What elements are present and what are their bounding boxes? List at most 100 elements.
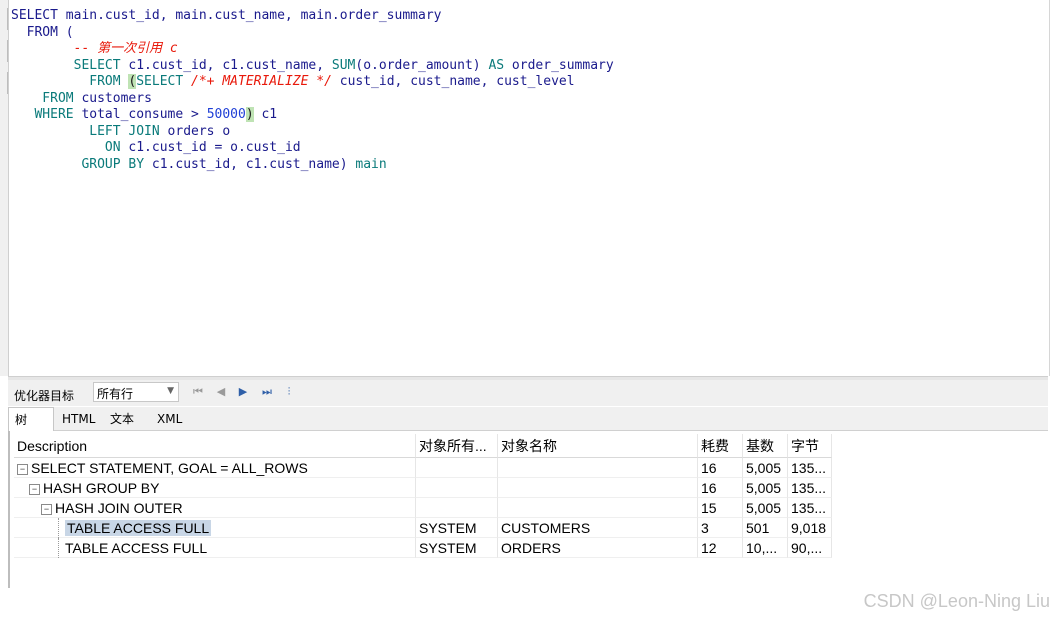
cost-cell[interactable]: 3 bbox=[698, 518, 743, 538]
tree-node: TABLE ACCESS FULL bbox=[17, 520, 212, 536]
tab-xml-label: XML bbox=[157, 412, 183, 426]
plan-toolbar: 优化器目标 所有行 ▼ ⏮ ◀ ▶ ⏭ ⫶ bbox=[8, 380, 1048, 406]
header-description[interactable]: Description bbox=[14, 434, 416, 458]
cost-cell[interactable]: 15 bbox=[698, 498, 743, 518]
plan-description-cell[interactable]: − SELECT STATEMENT, GOAL = ALL_ROWS bbox=[14, 458, 416, 478]
cardinality-cell[interactable]: 5,005 bbox=[743, 498, 788, 518]
previous-icon[interactable]: ◀ bbox=[214, 385, 228, 399]
header-bytes[interactable]: 字节 bbox=[788, 434, 832, 458]
code-token: -- 第一次引用 c bbox=[11, 41, 178, 56]
collapse-icon[interactable]: − bbox=[41, 504, 52, 515]
cardinality-cell[interactable]: 501 bbox=[743, 518, 788, 538]
object-owner-cell[interactable] bbox=[416, 478, 498, 498]
bytes-cell[interactable]: 90,... bbox=[788, 538, 832, 558]
cardinality-cell[interactable]: 10,... bbox=[743, 538, 788, 558]
optimizer-goal-value: 所有行 bbox=[97, 387, 134, 401]
object-name-cell[interactable] bbox=[498, 478, 698, 498]
code-token: (o.order_amount) bbox=[355, 57, 489, 73]
operation-label: TABLE ACCESS FULL bbox=[65, 540, 208, 556]
plan-description-cell[interactable]: − HASH JOIN OUTER bbox=[14, 498, 416, 518]
bytes-cell[interactable]: 9,018 bbox=[788, 518, 832, 538]
bytes-cell[interactable]: 135... bbox=[788, 458, 832, 478]
column-settings-icon[interactable]: ⫶ bbox=[282, 385, 296, 399]
plan-view-tabs: 树 HTML 文本 XML bbox=[8, 407, 1048, 432]
tab-text[interactable]: 文本 bbox=[104, 407, 140, 431]
header-object-owner[interactable]: 对象所有... bbox=[416, 434, 498, 458]
object-owner-cell[interactable] bbox=[416, 498, 498, 518]
code-line[interactable]: FROM customers bbox=[11, 91, 614, 108]
code-line[interactable]: FROM (SELECT /*+ MATERIALIZE */ cust_id,… bbox=[11, 74, 614, 91]
code-token: order_summary bbox=[504, 57, 614, 73]
operation-label: HASH JOIN OUTER bbox=[55, 500, 183, 516]
code-line[interactable]: -- 第一次引用 c bbox=[11, 41, 614, 58]
execution-plan-grid[interactable]: Description 对象所有... 对象名称 耗费 基数 字节 − SELEC… bbox=[8, 431, 1050, 588]
header-cost[interactable]: 耗费 bbox=[698, 434, 743, 458]
cost-cell[interactable]: 16 bbox=[698, 458, 743, 478]
plan-description-cell[interactable]: TABLE ACCESS FULL bbox=[14, 518, 416, 538]
code-line[interactable]: SELECT main.cust_id, main.cust_name, mai… bbox=[11, 8, 614, 25]
object-name-cell[interactable]: CUSTOMERS bbox=[498, 518, 698, 538]
code-line[interactable]: LEFT JOIN orders o bbox=[11, 124, 614, 141]
collapse-icon[interactable]: − bbox=[17, 464, 28, 475]
tree-node: − HASH GROUP BY bbox=[17, 480, 159, 496]
code-token: c1.cust_id, c1.cust_name, bbox=[128, 57, 332, 73]
sql-code[interactable]: SELECT main.cust_id, main.cust_name, mai… bbox=[11, 8, 614, 173]
watermark: CSDN @Leon-Ning Liu bbox=[863, 591, 1050, 611]
code-token: AS bbox=[488, 57, 505, 73]
cardinality-cell[interactable]: 5,005 bbox=[743, 478, 788, 498]
code-line[interactable]: SELECT c1.cust_id, c1.cust_name, SUM(o.o… bbox=[11, 58, 614, 75]
code-token: SELECT bbox=[136, 74, 192, 89]
bytes-cell[interactable]: 135... bbox=[788, 498, 832, 518]
plan-row[interactable]: TABLE ACCESS FULL SYSTEM CUSTOMERS 3 501 9,01… bbox=[14, 518, 832, 538]
object-owner-cell[interactable] bbox=[416, 458, 498, 478]
plan-row[interactable]: − HASH GROUP BY 16 5,005 135... bbox=[14, 478, 832, 498]
tab-tree-label: 树 bbox=[15, 413, 28, 427]
tree-node: TABLE ACCESS FULL bbox=[17, 540, 207, 556]
code-token: cust_id, cust_name, cust_level bbox=[331, 74, 575, 89]
plan-row[interactable]: − SELECT STATEMENT, GOAL = ALL_ROWS 16 5,00… bbox=[14, 458, 832, 478]
object-name-cell[interactable] bbox=[498, 458, 698, 478]
plan-description-cell[interactable]: − HASH GROUP BY bbox=[14, 478, 416, 498]
tab-xml[interactable]: XML bbox=[151, 407, 188, 431]
sql-editor[interactable]: SELECT main.cust_id, main.cust_name, mai… bbox=[8, 0, 1050, 376]
header-cardinality[interactable]: 基数 bbox=[743, 434, 788, 458]
tab-tree[interactable]: 树 bbox=[8, 407, 54, 432]
cost-cell[interactable]: 16 bbox=[698, 478, 743, 498]
plan-row[interactable]: − HASH JOIN OUTER 15 5,005 135... bbox=[14, 498, 832, 518]
object-owner-cell[interactable]: SYSTEM bbox=[416, 518, 498, 538]
code-token: GROUP BY bbox=[11, 156, 152, 172]
cardinality-cell[interactable]: 5,005 bbox=[743, 458, 788, 478]
tab-text-label: 文本 bbox=[110, 412, 135, 426]
cost-cell[interactable]: 12 bbox=[698, 538, 743, 558]
code-token: total_consume > bbox=[81, 107, 207, 122]
code-token: WHERE bbox=[11, 107, 82, 122]
tree-node: − HASH JOIN OUTER bbox=[17, 500, 183, 516]
last-icon[interactable]: ⏭ bbox=[260, 385, 274, 399]
code-token: ON bbox=[11, 140, 129, 155]
tree-connector bbox=[58, 518, 59, 538]
next-icon[interactable]: ▶ bbox=[236, 385, 250, 399]
object-name-cell[interactable]: ORDERS bbox=[498, 538, 698, 558]
code-line[interactable]: GROUP BY c1.cust_id, c1.cust_name) main bbox=[11, 157, 614, 174]
bytes-cell[interactable]: 135... bbox=[788, 478, 832, 498]
code-line[interactable]: ON c1.cust_id = o.cust_id bbox=[11, 140, 614, 157]
code-token: 50000 bbox=[206, 107, 246, 122]
tab-html-label: HTML bbox=[62, 412, 96, 426]
code-token: LEFT JOIN bbox=[11, 123, 168, 139]
editor-gutter bbox=[0, 0, 8, 376]
collapse-icon[interactable]: − bbox=[29, 484, 40, 495]
object-name-cell[interactable] bbox=[498, 498, 698, 518]
first-icon[interactable]: ⏮ bbox=[191, 385, 205, 399]
object-owner-cell[interactable]: SYSTEM bbox=[416, 538, 498, 558]
header-object-name[interactable]: 对象名称 bbox=[498, 434, 698, 458]
code-line[interactable]: FROM ( bbox=[11, 25, 614, 42]
operation-label: SELECT STATEMENT, GOAL = ALL_ROWS bbox=[31, 460, 308, 476]
code-token: FROM bbox=[11, 90, 82, 106]
gutter-marker bbox=[0, 8, 8, 30]
code-line[interactable]: WHERE total_consume > 50000) c1 bbox=[11, 107, 614, 124]
optimizer-goal-select[interactable]: 所有行 ▼ bbox=[93, 382, 179, 402]
tab-html[interactable]: HTML bbox=[56, 407, 101, 431]
chevron-down-icon: ▼ bbox=[167, 386, 174, 396]
plan-description-cell[interactable]: TABLE ACCESS FULL bbox=[14, 538, 416, 558]
plan-row[interactable]: TABLE ACCESS FULL SYSTEM ORDERS 12 10,... 90,… bbox=[14, 538, 832, 558]
